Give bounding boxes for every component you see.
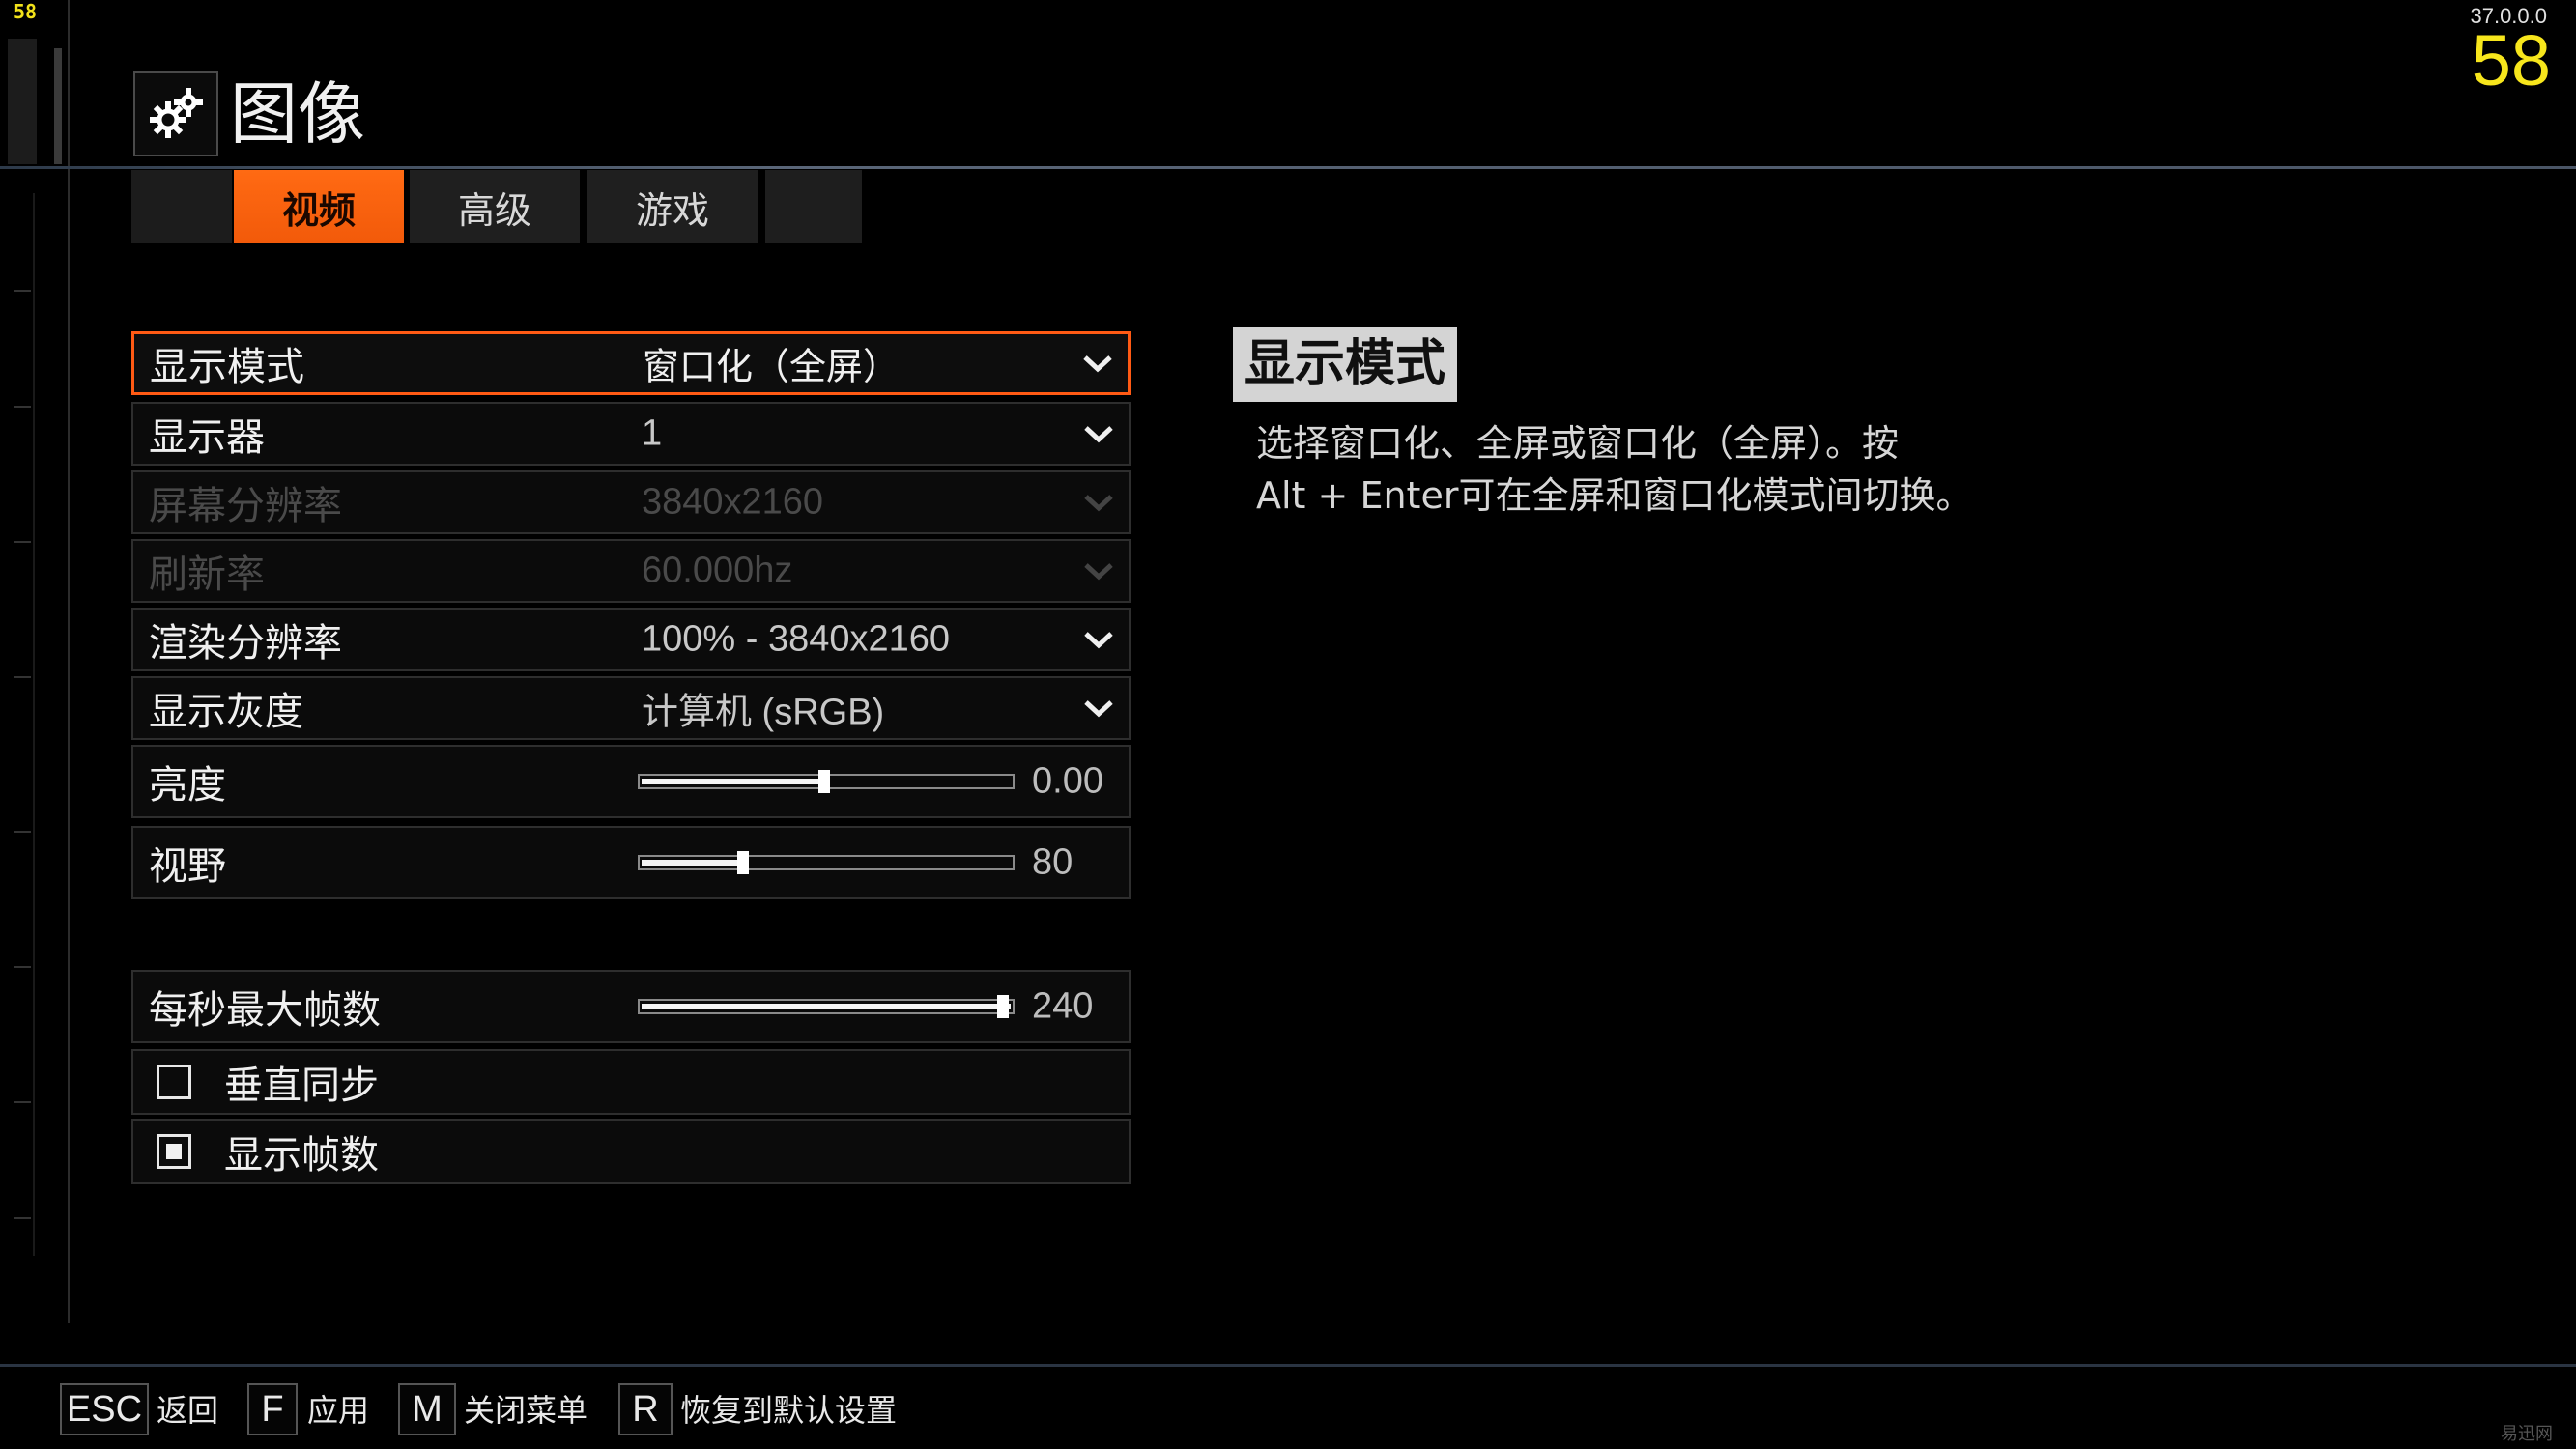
setting-refresh-rate: 刷新率 60.000hz — [131, 539, 1131, 603]
setting-label: 亮度 — [149, 763, 226, 808]
setting-label: 显示帧数 — [224, 1133, 379, 1178]
chevron-down-icon — [1084, 426, 1113, 443]
slider-thumb[interactable] — [997, 995, 1009, 1018]
back-label[interactable]: 返回 — [157, 1389, 218, 1432]
setting-max-fps[interactable]: 每秒最大帧数 240 — [131, 970, 1131, 1043]
fps-counter-small: 58 — [14, 0, 38, 23]
setting-monitor[interactable]: 显示器 1 — [131, 402, 1131, 466]
setting-vsync[interactable]: 垂直同步 — [131, 1049, 1131, 1115]
vsync-checkbox[interactable] — [157, 1065, 191, 1099]
header-divider — [0, 166, 2576, 169]
watermark: 易迅网 — [2501, 1424, 2553, 1444]
key-esc[interactable]: ESC — [60, 1383, 149, 1435]
tab-video[interactable]: 视频 — [234, 170, 404, 243]
brightness-slider[interactable] — [638, 770, 1015, 793]
show-fps-checkbox[interactable] — [157, 1134, 191, 1169]
chevron-down-icon — [1083, 355, 1112, 373]
setting-label: 显示器 — [149, 415, 265, 460]
chevron-down-icon — [1084, 563, 1113, 581]
setting-value: 窗口化（全屏） — [643, 347, 901, 388]
setting-label: 屏幕分辨率 — [149, 484, 342, 528]
setting-label: 显示灰度 — [149, 690, 303, 734]
tab-advanced[interactable]: 高级 — [410, 170, 580, 243]
max-fps-slider[interactable] — [638, 995, 1015, 1018]
description-title: 显示模式 — [1233, 327, 1458, 402]
setting-display-mode[interactable]: 显示模式 窗口化（全屏） — [131, 331, 1131, 395]
left-decoration — [0, 0, 135, 1333]
setting-display-gamma[interactable]: 显示灰度 计算机 (sRGB) — [131, 676, 1131, 740]
key-r[interactable]: R — [618, 1383, 673, 1435]
setting-label: 视野 — [149, 844, 226, 889]
slider-thumb[interactable] — [818, 770, 830, 793]
slider-fill — [642, 779, 826, 784]
setting-value: 1 — [642, 412, 663, 454]
slider-value: 240 — [1032, 985, 1094, 1027]
description-text: 选择窗口化、全屏或窗口化（全屏）。按 Alt + Enter可在全屏和窗口化模式… — [1256, 417, 2126, 522]
reset-defaults-label[interactable]: 恢复到默认设置 — [680, 1389, 897, 1432]
tab-game[interactable]: 游戏 — [587, 170, 758, 243]
setting-label: 渲染分辨率 — [149, 621, 342, 666]
slider-value: 0.00 — [1032, 760, 1103, 802]
chevron-down-icon — [1084, 700, 1113, 718]
setting-label: 垂直同步 — [224, 1064, 379, 1108]
setting-label: 显示模式 — [150, 345, 304, 389]
fps-counter: 58 — [2471, 20, 2551, 100]
close-menu-label[interactable]: 关闭菜单 — [464, 1389, 587, 1432]
footer-divider — [0, 1364, 2576, 1367]
setting-brightness[interactable]: 亮度 0.00 — [131, 745, 1131, 818]
key-m[interactable]: M — [398, 1383, 456, 1435]
tab-bumper-left — [131, 170, 232, 243]
setting-label: 刷新率 — [149, 553, 265, 597]
slider-fill — [642, 1004, 1011, 1009]
slider-thumb[interactable] — [737, 851, 749, 874]
setting-value: 计算机 (sRGB) — [642, 692, 885, 733]
fov-slider[interactable] — [638, 851, 1015, 874]
setting-label: 每秒最大帧数 — [149, 988, 381, 1033]
setting-value: 60.000hz — [642, 550, 793, 591]
slider-value: 80 — [1032, 841, 1073, 883]
setting-fov[interactable]: 视野 80 — [131, 826, 1131, 899]
setting-value: 3840x2160 — [642, 481, 824, 523]
description-line: 选择窗口化、全屏或窗口化（全屏）。按 — [1256, 422, 1900, 465]
key-f[interactable]: F — [247, 1383, 298, 1435]
setting-screen-resolution: 屏幕分辨率 3840x2160 — [131, 470, 1131, 534]
chevron-down-icon — [1084, 495, 1113, 512]
chevron-down-icon — [1084, 632, 1113, 649]
page-title: 图像 — [230, 74, 365, 154]
setting-show-fps[interactable]: 显示帧数 — [131, 1119, 1131, 1184]
setting-value: 100% - 3840x2160 — [642, 618, 951, 660]
gears-icon — [133, 71, 218, 156]
slider-fill — [642, 860, 745, 866]
apply-label[interactable]: 应用 — [307, 1389, 369, 1432]
description-line: Alt + Enter可在全屏和窗口化模式间切换。 — [1256, 474, 1973, 517]
setting-render-resolution[interactable]: 渲染分辨率 100% - 3840x2160 — [131, 608, 1131, 671]
tab-bumper-right — [765, 170, 862, 243]
